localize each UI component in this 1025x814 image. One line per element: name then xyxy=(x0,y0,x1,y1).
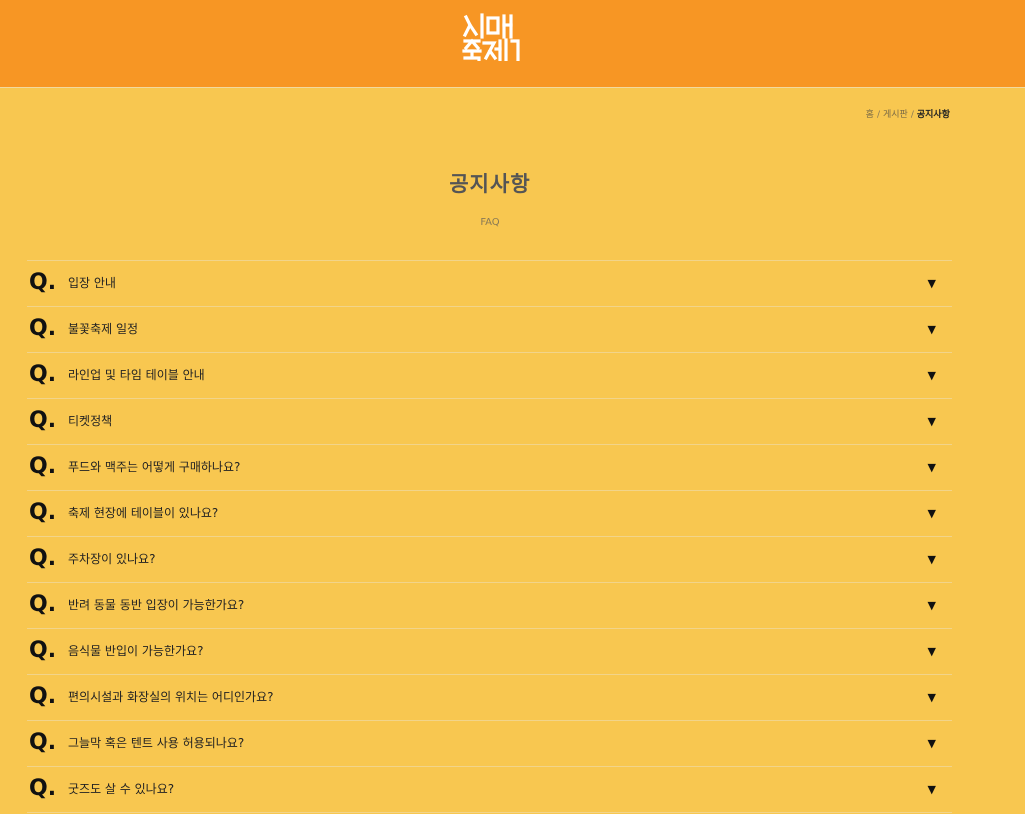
q-icon: Q. xyxy=(29,454,57,479)
expand-arrow-icon[interactable]: ▼ xyxy=(928,583,936,628)
faq-question: 티켓정책 xyxy=(68,414,113,428)
expand-arrow-icon[interactable]: ▼ xyxy=(928,675,936,720)
faq-question: 편의시설과 화장실의 위치는 어디인가요? xyxy=(68,690,274,704)
faq-item[interactable]: Q. 티켓정책 ▼ xyxy=(27,399,952,445)
faq-item[interactable]: Q. 라인업 및 타임 테이블 안내 ▼ xyxy=(27,353,952,399)
q-icon: Q. xyxy=(29,362,57,387)
faq-question: 축제 현장에 테이블이 있나요? xyxy=(68,506,219,520)
breadcrumb-separator: / xyxy=(876,110,880,120)
faq-item[interactable]: Q. 푸드와 맥주는 어떻게 구매하나요? ▼ xyxy=(27,445,952,491)
breadcrumb-separator: / xyxy=(910,110,914,120)
faq-question: 입장 안내 xyxy=(68,276,116,290)
q-icon: Q. xyxy=(29,408,57,433)
faq-item[interactable]: Q. 굿즈도 살 수 있나요? ▼ xyxy=(27,767,952,813)
expand-arrow-icon[interactable]: ▼ xyxy=(928,491,936,536)
faq-question: 반려 동물 동반 입장이 가능한가요? xyxy=(68,598,245,612)
faq-item[interactable]: Q. 불꽃축제 일정 ▼ xyxy=(27,307,952,353)
faq-question: 주차장이 있나요? xyxy=(68,552,156,566)
site-logo[interactable] xyxy=(462,13,522,62)
expand-arrow-icon[interactable]: ▼ xyxy=(928,629,936,674)
breadcrumb-board[interactable]: 게시판 xyxy=(883,110,908,120)
sim-maek-logo-icon xyxy=(462,13,520,62)
expand-arrow-icon[interactable]: ▼ xyxy=(928,721,936,766)
expand-arrow-icon[interactable]: ▼ xyxy=(928,307,936,352)
expand-arrow-icon[interactable]: ▼ xyxy=(928,537,936,582)
faq-item[interactable]: Q. 그늘막 혹은 텐트 사용 허용되나요? ▼ xyxy=(27,721,952,767)
faq-question: 불꽃축제 일정 xyxy=(68,322,139,336)
faq-question: 푸드와 맥주는 어떻게 구매하나요? xyxy=(68,460,241,474)
q-icon: Q. xyxy=(29,546,57,571)
faq-question: 그늘막 혹은 텐트 사용 허용되나요? xyxy=(68,736,245,750)
q-icon: Q. xyxy=(29,270,57,295)
breadcrumb: 홈 / 게시판 / 공지사항 xyxy=(866,107,950,120)
expand-arrow-icon[interactable]: ▼ xyxy=(928,399,936,444)
expand-arrow-icon[interactable]: ▼ xyxy=(928,261,936,306)
faq-item[interactable]: Q. 반려 동물 동반 입장이 가능한가요? ▼ xyxy=(27,583,952,629)
expand-arrow-icon[interactable]: ▼ xyxy=(928,445,936,490)
expand-arrow-icon[interactable]: ▼ xyxy=(928,353,936,398)
page-title: 공지사항 xyxy=(449,172,531,196)
q-icon: Q. xyxy=(29,776,57,801)
q-icon: Q. xyxy=(29,730,57,755)
breadcrumb-current: 공지사항 xyxy=(916,110,950,120)
faq-question: 굿즈도 살 수 있나요? xyxy=(68,782,175,796)
q-icon: Q. xyxy=(29,684,57,709)
q-icon: Q. xyxy=(29,500,57,525)
breadcrumb-home[interactable]: 홈 xyxy=(866,110,874,120)
page-subtitle: FAQ xyxy=(480,217,500,228)
q-icon: Q. xyxy=(29,638,57,663)
faq-item[interactable]: Q. 음식물 반입이 가능한가요? ▼ xyxy=(27,629,952,675)
expand-arrow-icon[interactable]: ▼ xyxy=(928,767,936,812)
q-icon: Q. xyxy=(29,592,57,617)
faq-item[interactable]: Q. 주차장이 있나요? ▼ xyxy=(27,537,952,583)
faq-question: 라인업 및 타임 테이블 안내 xyxy=(68,368,205,382)
faq-question: 음식물 반입이 가능한가요? xyxy=(68,644,204,658)
faq-item[interactable]: Q. 축제 현장에 테이블이 있나요? ▼ xyxy=(27,491,952,537)
site-header xyxy=(0,0,1025,88)
faq-item[interactable]: Q. 편의시설과 화장실의 위치는 어디인가요? ▼ xyxy=(27,675,952,721)
faq-item[interactable]: Q. 입장 안내 ▼ xyxy=(27,261,952,307)
faq-list: Q. 입장 안내 ▼ Q. 불꽃축제 일정 ▼ Q. 라인업 및 타임 테이블 … xyxy=(27,260,952,813)
q-icon: Q. xyxy=(29,316,57,341)
